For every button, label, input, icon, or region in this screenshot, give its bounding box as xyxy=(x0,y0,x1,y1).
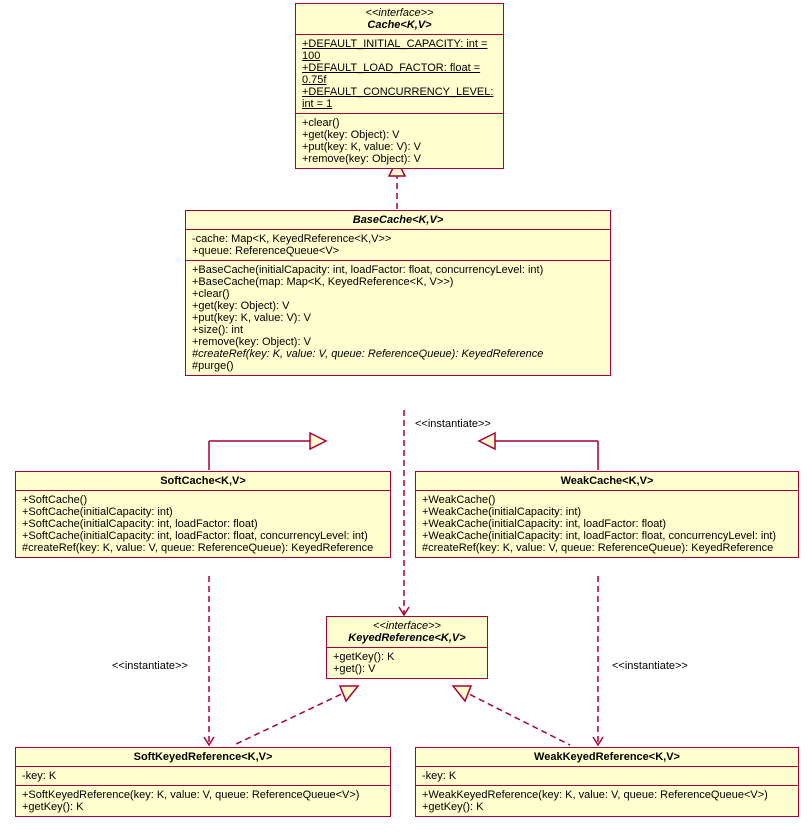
ops: +SoftCache()+SoftCache(initialCapacity: … xyxy=(16,491,390,557)
ops: +SoftKeyedReference(key: K, value: V, qu… xyxy=(16,786,390,816)
class-keyedreference: <<interface>>KeyedReference<K,V> +getKey… xyxy=(326,616,488,679)
class-name: BaseCache<K,V> xyxy=(353,214,444,226)
ops: +getKey(): K+get(): V xyxy=(327,648,487,678)
attrs: -cache: Map<K, KeyedReference<K,V>>+queu… xyxy=(186,230,610,261)
class-name: SoftKeyedReference<K,V> xyxy=(134,751,273,763)
class-softkeyedreference: SoftKeyedReference<K,V> -key: K +SoftKey… xyxy=(15,747,391,817)
instantiate-label: <<instantiate>> xyxy=(415,418,491,430)
class-name: WeakCache<K,V> xyxy=(561,475,654,487)
stereotype: <<interface>> xyxy=(373,620,441,632)
class-name: KeyedReference<K,V> xyxy=(348,632,465,644)
class-cache: <<interface>>Cache<K,V> +DEFAULT_INITIAL… xyxy=(295,3,504,169)
attrs: +DEFAULT_INITIAL_CAPACITY: int = 100+DEF… xyxy=(296,35,503,114)
ops: +clear()+get(key: Object): V+put(key: K,… xyxy=(296,114,503,168)
stereotype: <<interface>> xyxy=(366,7,434,19)
class-name: Cache<K,V> xyxy=(367,19,431,31)
ops: +WeakCache()+WeakCache(initialCapacity: … xyxy=(416,491,798,557)
ops: +BaseCache(initialCapacity: int, loadFac… xyxy=(186,261,610,375)
instantiate-label: <<instantiate>> xyxy=(612,660,688,672)
attrs: -key: K xyxy=(416,767,798,786)
class-basecache: BaseCache<K,V> -cache: Map<K, KeyedRefer… xyxy=(185,210,611,376)
ops: +WeakKeyedReference(key: K, value: V, qu… xyxy=(416,786,798,816)
class-softcache: SoftCache<K,V> +SoftCache()+SoftCache(in… xyxy=(15,471,391,558)
class-name: SoftCache<K,V> xyxy=(160,475,246,487)
class-name: WeakKeyedReference<K,V> xyxy=(534,751,680,763)
instantiate-label: <<instantiate>> xyxy=(112,660,188,672)
attrs: -key: K xyxy=(16,767,390,786)
class-weakcache: WeakCache<K,V> +WeakCache()+WeakCache(in… xyxy=(415,471,799,558)
class-weakkeyedreference: WeakKeyedReference<K,V> -key: K +WeakKey… xyxy=(415,747,799,817)
